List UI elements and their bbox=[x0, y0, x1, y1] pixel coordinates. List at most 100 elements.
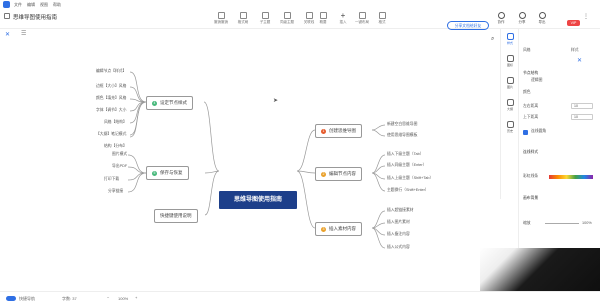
nav-toggle[interactable] bbox=[6, 296, 16, 301]
leaf-item[interactable]: 插入同级主题（Enter） bbox=[387, 163, 426, 168]
section-lines: 连线样式 bbox=[523, 150, 539, 154]
number-badge: 2 bbox=[321, 171, 326, 177]
relation-icon bbox=[305, 12, 313, 19]
connector-lines bbox=[127, 71, 386, 249]
leaf-item[interactable]: 打印下载 bbox=[104, 177, 119, 182]
leaf-item[interactable]: 主题换行（Shift+Enter） bbox=[387, 188, 429, 193]
export-button[interactable]: 导出 bbox=[533, 11, 551, 28]
sidebar-item-outline[interactable]: 大纲 bbox=[503, 97, 517, 115]
layout-icon bbox=[358, 12, 366, 19]
number-badge: 5 bbox=[152, 170, 157, 176]
leaf-item[interactable]: 颜色【填充】风格 bbox=[96, 96, 126, 101]
leaf-item[interactable]: 风格【结构】 bbox=[104, 120, 127, 125]
number-badge: 4 bbox=[152, 100, 157, 106]
search-icon[interactable]: ⌕ bbox=[491, 36, 494, 43]
spacing-v-label: 上下距离 bbox=[523, 115, 539, 119]
format-brush-icon bbox=[239, 12, 247, 19]
toolbar-sibling[interactable]: 同级主题 bbox=[277, 11, 297, 28]
sidebar-item-emoji[interactable]: 图标 bbox=[503, 53, 517, 71]
leaf-item[interactable]: 边框【大小】风格 bbox=[96, 84, 126, 89]
checkbox-label: 连线圆角 bbox=[531, 129, 547, 133]
branch-create[interactable]: 1 创建思维导图 bbox=[315, 124, 362, 138]
history-icon bbox=[506, 121, 514, 128]
sidebar-item-image[interactable]: 图片 bbox=[503, 75, 517, 93]
swap-icon[interactable]: ✕ bbox=[577, 57, 582, 64]
leaf-item[interactable]: 插入公式内容 bbox=[387, 245, 410, 250]
document-icon bbox=[4, 13, 10, 19]
zoom-out-icon[interactable]: − bbox=[107, 295, 109, 300]
summary-icon bbox=[319, 12, 327, 19]
sidebar-item-history[interactable]: 历史 bbox=[503, 119, 517, 137]
toolbar-summary[interactable]: 概要 bbox=[313, 11, 333, 28]
branch-style[interactable]: 4 设定节点样式 bbox=[146, 96, 193, 110]
more-icon[interactable]: ⋮ bbox=[583, 13, 589, 20]
rainbow-label: 彩虹线条 bbox=[523, 174, 539, 178]
menu-edit[interactable]: 编辑 bbox=[27, 2, 35, 8]
tab-theme[interactable]: 风格 bbox=[523, 48, 531, 53]
branch-shortcuts[interactable]: 快捷键使用说明 bbox=[154, 209, 198, 223]
leaf-item[interactable]: 插入上级主题（Shift+Tab） bbox=[387, 176, 433, 181]
leaf-item[interactable]: 编辑节点【样式】 bbox=[96, 69, 126, 74]
structure-value[interactable]: 逻辑图 bbox=[531, 78, 542, 83]
toolbar-subtopic[interactable]: 子主题 bbox=[255, 11, 275, 28]
zoom-in-icon[interactable]: + bbox=[135, 295, 137, 300]
zoom-slider[interactable] bbox=[545, 223, 579, 224]
zoom-level: 100% bbox=[118, 296, 129, 301]
toolbar-format[interactable]: 格式 bbox=[372, 11, 392, 28]
status-bar: 快捷导航 字数: 37 − 100% + bbox=[0, 291, 600, 305]
outline-icon bbox=[506, 99, 514, 106]
sibling-topic-icon bbox=[283, 12, 291, 19]
menu-view[interactable]: 视图 bbox=[40, 2, 48, 8]
leaf-item[interactable]: 插入超链接素材 bbox=[387, 208, 414, 213]
root-topic[interactable]: 思维导图使用指南 bbox=[219, 191, 297, 209]
plus-icon: + bbox=[340, 11, 346, 20]
section-background: 画布背景 bbox=[523, 196, 539, 200]
leaf-item[interactable]: 图片模式 bbox=[112, 152, 127, 157]
document-title[interactable]: 思维导图使用指南 bbox=[13, 13, 57, 21]
number-badge: 1 bbox=[321, 128, 326, 134]
toolbar-insert[interactable]: + 插入 bbox=[333, 11, 353, 28]
export-icon bbox=[538, 12, 546, 19]
spacing-v-input[interactable]: 10 bbox=[571, 114, 593, 120]
toolbar-layout[interactable]: 一键布局 bbox=[352, 11, 372, 28]
title-bar: 思维导图使用指南 撤销撤销 格式刷 子主题 同级主题 关联线 概要 + 插入 一键… bbox=[0, 9, 600, 30]
menu-help[interactable]: 帮助 bbox=[53, 2, 61, 8]
toolbar-undo[interactable]: 撤销撤销 bbox=[211, 11, 231, 28]
leaf-item[interactable]: 字体【调节】大小 bbox=[96, 108, 126, 113]
nav-label: 快捷导航 bbox=[19, 296, 35, 301]
leaf-item[interactable]: 结构【分布】 bbox=[104, 144, 127, 149]
toolbar-format-brush[interactable]: 格式刷 bbox=[233, 11, 253, 28]
leaf-item[interactable]: 分享链接 bbox=[108, 189, 123, 194]
vip-badge[interactable]: VIP bbox=[567, 20, 580, 26]
leaf-item[interactable]: 插入下级主题（Tab） bbox=[387, 152, 424, 157]
leaf-item[interactable]: 插入备注内容 bbox=[387, 232, 410, 237]
spacing-h-input[interactable]: 10 bbox=[571, 103, 593, 109]
undo-icon bbox=[217, 12, 225, 19]
format-icon bbox=[378, 12, 386, 19]
share-icon bbox=[518, 12, 526, 19]
share-button[interactable]: 分享 bbox=[513, 11, 531, 28]
mindmap-canvas[interactable]: 编辑节点【样式】 边框【大小】风格 颜色【填充】风格 字体【调节】大小 风格【结… bbox=[0, 29, 500, 291]
branch-insert[interactable]: 3 插入素材内容 bbox=[315, 222, 362, 236]
leaf-item[interactable]: 使用思维导图模板 bbox=[387, 133, 417, 138]
collab-button[interactable]: 协作 bbox=[492, 11, 510, 28]
zoom-label: 缩放 bbox=[523, 221, 531, 225]
checkbox[interactable] bbox=[523, 130, 528, 135]
mouse-cursor-icon: ➤ bbox=[273, 98, 279, 104]
rainbow-swatch[interactable] bbox=[549, 175, 593, 179]
branch-edit[interactable]: 2 编辑节点内容 bbox=[315, 167, 362, 181]
menu-file[interactable]: 文件 bbox=[14, 2, 22, 8]
zoom-value: 100% bbox=[582, 221, 592, 225]
leaf-item[interactable]: 插入图片素材 bbox=[387, 220, 410, 225]
color-label: 颜色 bbox=[523, 90, 531, 94]
tab-style[interactable]: 样式 bbox=[571, 48, 579, 53]
leaf-item[interactable]: 导出PDF bbox=[112, 164, 127, 169]
leaf-item[interactable]: 【大纲】笔记模式 bbox=[96, 132, 126, 137]
sidebar-item-style[interactable]: 样式 bbox=[503, 31, 517, 49]
word-count: 字数: 37 bbox=[62, 296, 77, 301]
collab-icon bbox=[497, 12, 505, 19]
branch-save[interactable]: 5 保存与恢复 bbox=[146, 166, 189, 180]
leaf-item[interactable]: 新建空白思维导图 bbox=[387, 122, 417, 127]
sidebar: 样式 图标 图片 大纲 历史 bbox=[500, 29, 518, 199]
emoji-icon bbox=[506, 55, 514, 62]
